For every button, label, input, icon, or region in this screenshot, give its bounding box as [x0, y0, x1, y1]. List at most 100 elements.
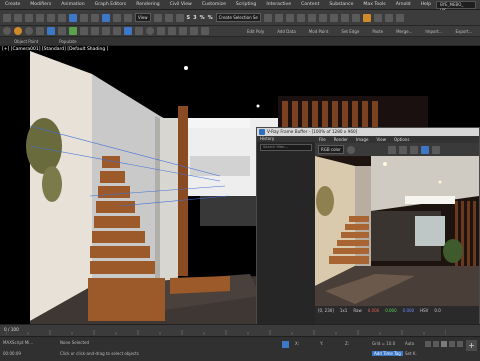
link-icon[interactable] [25, 13, 33, 22]
render-setup-icon[interactable] [340, 13, 349, 22]
lock-selection-icon[interactable] [282, 341, 289, 348]
spinner-snap[interactable]: % [208, 15, 213, 21]
select-object-icon[interactable] [69, 13, 77, 22]
material-icon[interactable] [91, 27, 99, 35]
menu-animation[interactable]: Animation [56, 2, 89, 7]
proxy-icon[interactable] [102, 27, 110, 35]
menu-create[interactable]: Create [0, 2, 25, 7]
tab-object-paint[interactable]: Object Paint [9, 39, 43, 44]
color-wheel-icon[interactable] [346, 145, 355, 154]
vfb-menu-file[interactable]: File [315, 137, 330, 142]
paste-button[interactable]: Paste [367, 29, 388, 34]
import-button[interactable]: Import... [420, 29, 447, 34]
menu-modifiers[interactable]: Modifiers [25, 2, 56, 7]
undo-icon[interactable] [3, 13, 11, 22]
displacement-icon[interactable] [179, 27, 187, 35]
box-icon[interactable] [36, 27, 44, 35]
schematic-view-icon[interactable] [318, 13, 327, 22]
go-to-start-icon[interactable] [425, 341, 431, 347]
align-icon[interactable] [274, 13, 283, 22]
camera-icon[interactable] [25, 27, 33, 35]
menu-arnold[interactable]: Arnold [391, 2, 416, 7]
fur-icon[interactable] [113, 27, 121, 35]
redo-icon[interactable] [14, 13, 22, 22]
mirror-icon[interactable] [263, 13, 272, 22]
percent-snap[interactable]: % [200, 15, 205, 21]
go-to-end-icon[interactable] [457, 341, 463, 347]
dome-icon[interactable] [135, 27, 143, 35]
history-search-input[interactable]: Search filter... [260, 144, 312, 151]
rendered-image[interactable] [315, 156, 479, 306]
set-key-button[interactable]: Set K. [405, 351, 417, 356]
plane-icon[interactable] [201, 27, 209, 35]
viewport-label[interactable]: [+] [Camera001] [Standard] [Default Shad… [0, 46, 110, 53]
menu-help[interactable]: Help [416, 2, 436, 7]
layer-explorer-icon[interactable] [285, 13, 294, 22]
maxscript-listener[interactable]: MAXScript Mi... [3, 340, 33, 345]
vray-interactive-icon[interactable] [384, 13, 393, 22]
sphere-icon[interactable] [47, 27, 55, 35]
rendered-frame-window-icon[interactable] [351, 13, 360, 22]
menu-substance[interactable]: Substance [324, 2, 358, 7]
menu-interactive[interactable]: Interactive [261, 2, 296, 7]
vray-light-icon[interactable] [395, 13, 404, 22]
material-editor-icon[interactable] [329, 13, 338, 22]
snap-toggle[interactable]: S [187, 15, 191, 21]
scale-icon[interactable] [124, 13, 132, 22]
selection-filter-icon[interactable] [58, 13, 66, 22]
ribbon-icon[interactable] [296, 13, 305, 22]
auto-key-button[interactable]: Auto [405, 341, 414, 346]
rect-selection-icon[interactable] [91, 13, 99, 22]
merge-button[interactable]: Merge... [391, 29, 417, 34]
save-image-icon[interactable] [387, 145, 396, 154]
menu-civil-view[interactable]: Civil View [165, 2, 197, 7]
clear-image-icon[interactable] [398, 145, 407, 154]
curve-editor-icon[interactable] [307, 13, 316, 22]
move-icon[interactable] [102, 13, 110, 22]
render-icon[interactable] [420, 145, 429, 154]
vray-icon[interactable] [373, 13, 382, 22]
channel-select[interactable]: RGB color [318, 145, 344, 154]
add-time-tag-button[interactable]: Add Time Tag [372, 351, 403, 356]
fog-icon[interactable] [168, 27, 176, 35]
keyboard-shortcut-icon[interactable] [175, 13, 184, 22]
set-edge-button[interactable]: Set Edge [336, 29, 364, 34]
vfb-menu-render[interactable]: Render [330, 137, 352, 142]
menu-graph-editors[interactable]: Graph Editors [90, 2, 132, 7]
previous-frame-icon[interactable] [433, 341, 439, 347]
vfb-menu-image[interactable]: Image [352, 137, 373, 142]
next-frame-icon[interactable] [449, 341, 455, 347]
menu-max-tools[interactable]: Max Tools [358, 2, 390, 7]
pivot-center-icon[interactable] [153, 13, 162, 22]
edit-poly-button[interactable]: Edit Poly [242, 29, 269, 34]
play-icon[interactable] [441, 341, 447, 347]
menu-customize[interactable]: Customize [197, 2, 231, 7]
unlink-icon[interactable] [36, 13, 44, 22]
tab-populate[interactable]: Populate [54, 39, 81, 44]
vray-sphere-icon[interactable] [124, 27, 132, 35]
interactive-render-icon[interactable] [431, 145, 440, 154]
mod-paint-button[interactable]: Mod Paint [304, 29, 334, 34]
render-production-icon[interactable] [362, 13, 371, 22]
render-region-icon[interactable] [409, 145, 418, 154]
snap-3d[interactable]: 3 [193, 15, 196, 21]
user-account-dropdown[interactable]: BYE_MEBO_ VIS... [436, 0, 476, 13]
vfb-menu-options[interactable]: Options [390, 137, 413, 142]
menu-scripting[interactable]: Scripting [231, 2, 261, 7]
menu-content[interactable]: Content [296, 2, 324, 7]
add-data-button[interactable]: Add Data [272, 29, 301, 34]
select-by-name-icon[interactable] [80, 13, 88, 22]
select-manipulate-icon[interactable] [164, 13, 173, 22]
clipper-icon[interactable] [190, 27, 198, 35]
scatter-icon[interactable] [157, 27, 165, 35]
vfb-menu-view[interactable]: View [372, 137, 390, 142]
reference-coord-select[interactable]: View [135, 13, 151, 22]
light-icon[interactable] [80, 27, 88, 35]
vfb-title-bar[interactable]: V-Ray Frame Buffer - [100% of 1280 x 960… [257, 128, 479, 136]
menu-rendering[interactable]: Rendering [131, 2, 164, 7]
snap-vertex-icon[interactable] [3, 27, 11, 35]
sun-icon[interactable] [14, 27, 22, 35]
bind-space-warp-icon[interactable] [47, 13, 55, 22]
plant-icon[interactable] [69, 27, 77, 35]
rotate-icon[interactable] [113, 13, 121, 22]
